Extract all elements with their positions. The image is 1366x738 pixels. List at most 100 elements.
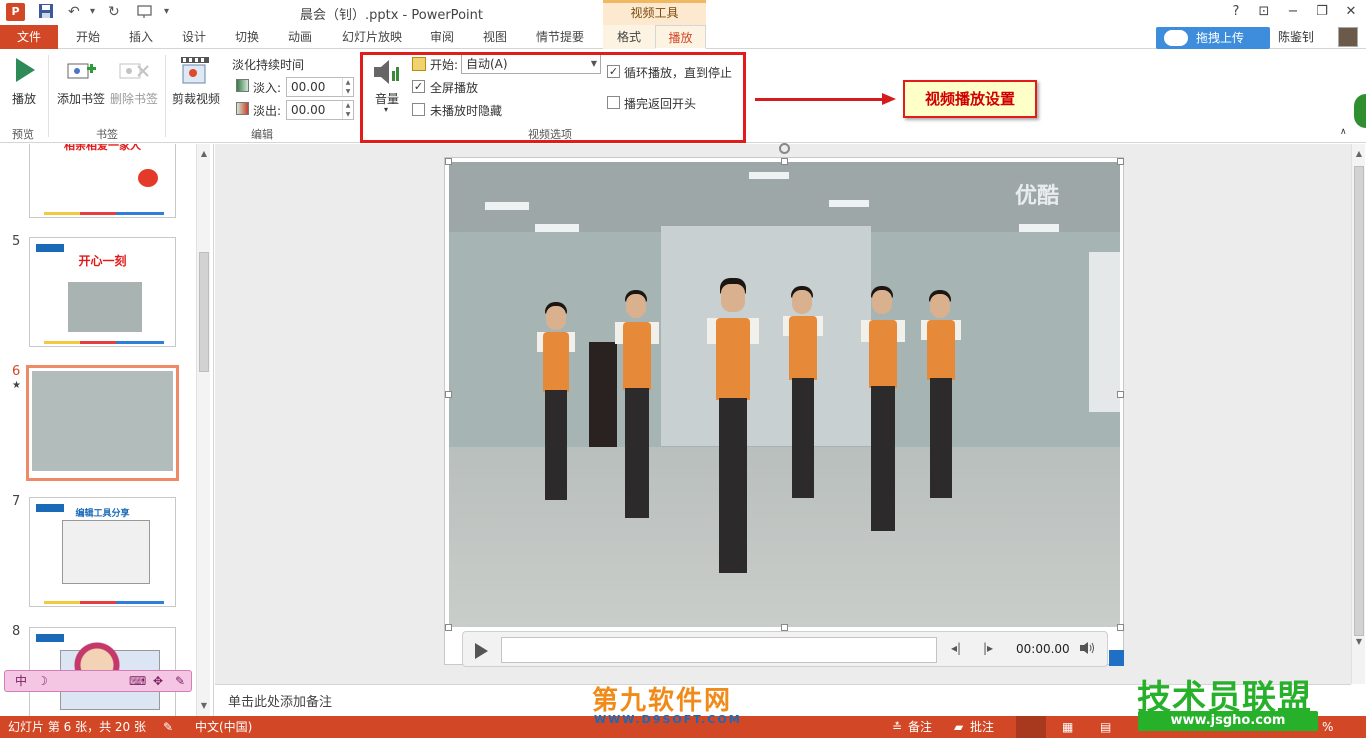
rotate-handle-icon[interactable] xyxy=(779,143,790,154)
tab-playback[interactable]: 播放 xyxy=(655,25,706,49)
person-legs xyxy=(792,378,814,498)
undo-dropdown-icon[interactable]: ▾ xyxy=(90,3,95,21)
redo-icon[interactable]: ↻ xyxy=(108,3,120,21)
undo-icon[interactable]: ↶ xyxy=(68,3,80,21)
notes-toggle-icon[interactable]: ≛ xyxy=(892,716,902,738)
person-head xyxy=(792,290,812,314)
slide-sorter-icon[interactable]: ▦ xyxy=(1062,716,1073,738)
resize-handle[interactable] xyxy=(445,391,452,398)
language-indicator[interactable]: 中文(中国) xyxy=(195,716,252,738)
slide-footer-bar xyxy=(44,212,164,215)
close-button[interactable]: ✕ xyxy=(1340,2,1362,22)
slide-thumbnail[interactable]: 编辑工具分享 xyxy=(29,497,176,607)
minimize-button[interactable]: − xyxy=(1282,2,1304,22)
tab-file[interactable]: 文件 xyxy=(0,25,58,49)
callout-arrow-head xyxy=(882,93,896,105)
resize-handle[interactable] xyxy=(445,624,452,631)
fade-out-icon xyxy=(236,102,249,115)
comments-icon[interactable]: ▰ xyxy=(954,716,963,738)
moon-icon[interactable]: ☽ xyxy=(37,671,48,691)
group-editing-label: 编辑 xyxy=(251,128,273,141)
zoom-level[interactable]: % xyxy=(1322,716,1333,738)
scroll-up-icon[interactable]: ▲ xyxy=(1353,148,1365,160)
customize-quick-access-icon[interactable]: ▾ xyxy=(164,3,169,21)
play-preview-icon[interactable] xyxy=(14,57,36,86)
tab-storyboarding[interactable]: 情节提要 xyxy=(526,25,594,49)
tab-animations[interactable]: 动画 xyxy=(276,25,324,49)
spinner-arrows-icon[interactable]: ▲ ▼ xyxy=(342,101,353,119)
resize-handle[interactable] xyxy=(1117,158,1124,165)
normal-view-icon[interactable] xyxy=(1016,716,1046,738)
slide-number: 5 xyxy=(12,234,21,249)
tab-format[interactable]: 格式 xyxy=(603,25,655,49)
keyboard-icon[interactable]: ⌨ xyxy=(129,671,146,691)
step-forward-icon[interactable]: |▸ xyxy=(983,641,993,655)
person-vest xyxy=(789,316,817,380)
resize-handle[interactable] xyxy=(1117,624,1124,631)
slide-thumbnail[interactable]: 开心一刻 xyxy=(29,237,176,347)
tab-slideshow[interactable]: 幻灯片放映 xyxy=(332,25,412,49)
spinner-arrows-icon[interactable]: ▲ ▼ xyxy=(342,78,353,96)
resize-handle[interactable] xyxy=(445,158,452,165)
drag-upload-button[interactable]: 拖拽上传 xyxy=(1156,27,1270,49)
person-vest xyxy=(716,318,750,400)
start-from-beginning-icon[interactable] xyxy=(137,3,153,24)
volume-icon[interactable] xyxy=(1079,641,1095,658)
reading-view-icon[interactable]: ▤ xyxy=(1100,716,1111,738)
play-preview-button[interactable]: 播放 xyxy=(12,90,36,107)
tab-review[interactable]: 审阅 xyxy=(418,25,466,49)
play-icon[interactable] xyxy=(475,643,488,659)
help-button[interactable]: ? xyxy=(1225,2,1247,22)
notes-placeholder[interactable]: 单击此处添加备注 xyxy=(228,691,332,710)
resize-handle[interactable] xyxy=(781,624,788,631)
slide-thumbnail-selected[interactable] xyxy=(26,365,179,481)
ime-toolbar[interactable]: 中 ☽ ⌨ ✥ ✎ xyxy=(4,670,192,692)
slide-thumbnail[interactable]: 相亲相爱一家人 xyxy=(29,144,176,218)
video-tools-context-label: 视频工具 xyxy=(603,0,706,25)
tab-view[interactable]: 视图 xyxy=(472,25,518,49)
tab-home[interactable]: 开始 xyxy=(64,25,112,49)
user-name[interactable]: 陈鉴钊 xyxy=(1278,28,1314,45)
spelling-icon[interactable]: ✎ xyxy=(163,716,173,738)
company-logo-icon xyxy=(36,244,64,252)
tab-design[interactable]: 设计 xyxy=(170,25,218,49)
ime-mode-label[interactable]: 中 xyxy=(15,671,27,691)
comments-button[interactable]: 批注 xyxy=(970,716,994,738)
save-icon[interactable] xyxy=(38,3,54,24)
ceiling-light xyxy=(1019,224,1059,232)
tab-insert[interactable]: 插入 xyxy=(118,25,164,49)
trim-video-icon[interactable] xyxy=(179,55,211,88)
wrench-icon[interactable]: ✎ xyxy=(175,671,185,691)
add-bookmark-button[interactable]: 添加书签 xyxy=(57,90,105,107)
trim-video-button[interactable]: 剪裁视频 xyxy=(172,90,220,107)
slide-title: 相亲相爱一家人 xyxy=(64,144,141,152)
notes-toggle-button[interactable]: 备注 xyxy=(908,716,932,738)
fade-in-spinner[interactable]: 00.00 ▲ ▼ xyxy=(286,77,354,97)
group-divider xyxy=(165,55,166,137)
screenshot-thumbnail xyxy=(62,520,150,584)
editor-scrollbar[interactable]: ▲ ▼ xyxy=(1351,144,1365,684)
ribbon-display-options-button[interactable]: ⊡ xyxy=(1253,2,1275,22)
scrollbar-thumb[interactable] xyxy=(199,252,209,372)
collapse-ribbon-icon[interactable]: ∧ xyxy=(1340,127,1347,137)
fade-out-spinner[interactable]: 00.00 ▲ ▼ xyxy=(286,100,354,120)
video-options-highlight-box xyxy=(360,52,746,143)
thumbnail-scrollbar[interactable]: ▲ ▼ xyxy=(196,144,210,716)
scroll-down-icon[interactable]: ▼ xyxy=(1353,636,1365,648)
cloud-icon xyxy=(1164,30,1188,46)
add-bookmark-icon[interactable] xyxy=(67,59,97,86)
person-legs xyxy=(871,386,895,531)
scrollbar-thumb[interactable] xyxy=(1354,166,1364,636)
seek-bar[interactable] xyxy=(501,637,937,663)
step-back-icon[interactable]: ◂| xyxy=(951,641,961,655)
restore-button[interactable]: ❐ xyxy=(1311,2,1333,22)
scroll-down-icon[interactable]: ▼ xyxy=(198,700,210,712)
settings-icon[interactable]: ✥ xyxy=(153,671,163,691)
tab-transitions[interactable]: 切换 xyxy=(224,25,270,49)
avatar[interactable] xyxy=(1338,27,1358,47)
resize-handle[interactable] xyxy=(1117,391,1124,398)
scroll-up-icon[interactable]: ▲ xyxy=(198,148,210,160)
video-frame[interactable]: 优酷 xyxy=(449,162,1120,627)
side-widget-icon[interactable] xyxy=(1354,94,1366,128)
resize-handle[interactable] xyxy=(781,158,788,165)
